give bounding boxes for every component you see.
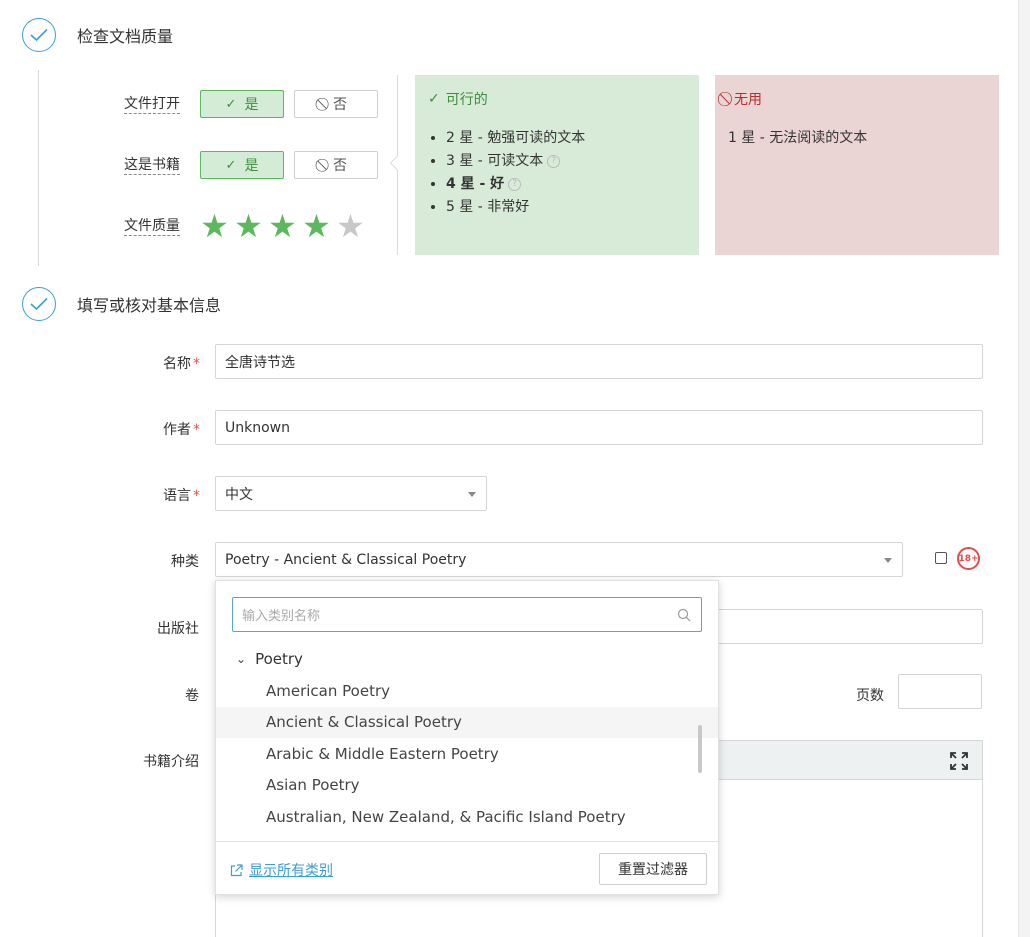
caret-down-icon	[884, 558, 892, 563]
check-icon: ✓	[428, 91, 440, 107]
category-item[interactable]: American Poetry	[216, 675, 718, 707]
is-book-no-button[interactable]: ⃠否	[294, 151, 378, 179]
help-icon[interactable]: ?	[547, 154, 561, 168]
category-item-selected[interactable]: Ancient & Classical Poetry	[216, 706, 718, 738]
star-rating[interactable]: ★ ★ ★ ★ ★	[198, 210, 368, 242]
category-item[interactable]: Arabic & Middle Eastern Poetry	[216, 738, 718, 770]
step-check-icon	[22, 18, 56, 52]
chevron-down-icon: ⌄	[236, 652, 247, 666]
page-scrollbar[interactable]	[1018, 0, 1030, 937]
category-item[interactable]: Asian Poetry	[216, 770, 718, 802]
adult-18-icon: 18+	[957, 547, 980, 570]
pages-label: 页数	[856, 688, 884, 704]
file-open-no-button[interactable]: ⃠否	[294, 90, 378, 118]
page: 检查文档质量 文件打开 ✓是 ⃠否 这是书籍 ✓是 ⃠否 文件质量 ★★★★★ …	[0, 0, 1030, 937]
language-label: 语言 *	[163, 488, 200, 504]
is-book-label: 这是书籍	[124, 157, 180, 175]
file-open-yes-button[interactable]: ✓ 是	[200, 90, 284, 118]
step-check-quality: 检查文档质量	[22, 18, 173, 52]
usable-panel: ✓ 可行的 2 星 - 勉强可读的文本 3 星 - 可读文本? 4 星 - 好?…	[415, 75, 699, 255]
dropdown-scrollbar[interactable]	[698, 725, 702, 773]
star-filled-icon[interactable]: ★	[232, 210, 265, 242]
volume-label: 卷	[185, 688, 199, 704]
category-list: ⌄ Poetry American Poetry Ancient & Class…	[216, 643, 718, 841]
step-title: 检查文档质量	[77, 27, 174, 46]
dropdown-footer: 显示所有类别 重置过滤器	[216, 841, 718, 894]
name-label: 名称 *	[163, 356, 200, 372]
category-group-poetry[interactable]: ⌄ Poetry	[216, 643, 718, 675]
category-select[interactable]: Poetry - Ancient & Classical Poetry	[215, 542, 903, 577]
star-empty-icon[interactable]: ★	[334, 210, 367, 242]
category-item[interactable]: Australian, New Zealand, & Pacific Islan…	[216, 801, 718, 833]
file-quality-label: 文件质量	[124, 218, 180, 236]
step-check-icon	[22, 287, 56, 321]
check-icon: ✓	[225, 96, 237, 112]
category-search-input[interactable]: 输入类别名称	[232, 597, 702, 632]
usable-item: 3 星 - 可读文本?	[446, 150, 686, 173]
check-icon: ✓	[225, 157, 237, 173]
name-input[interactable]: 全唐诗节选	[215, 344, 983, 379]
category-dropdown: 输入类别名称 ⌄ Poetry American Poetry Ancient …	[215, 580, 719, 895]
is-book-yes-button[interactable]: ✓ 是	[200, 151, 284, 179]
help-icon[interactable]: ?	[508, 177, 522, 191]
pages-input[interactable]	[898, 674, 982, 709]
usable-title: 可行的	[445, 92, 488, 108]
step-basic-info: 填写或核对基本信息	[22, 287, 221, 321]
usable-item: 5 星 - 非常好	[446, 196, 686, 219]
category-item[interactable]: Canadian Poetry	[216, 833, 718, 841]
category-label: 种类	[171, 554, 199, 570]
publisher-label: 出版社	[157, 621, 199, 637]
file-open-label: 文件打开	[124, 96, 180, 114]
author-label: 作者 *	[163, 422, 200, 438]
useless-text: 1 星 - 无法阅读的文本	[728, 130, 868, 146]
step-connector	[38, 70, 39, 266]
external-link-icon	[230, 863, 243, 876]
star-filled-icon[interactable]: ★	[300, 210, 333, 242]
reset-filter-button[interactable]: 重置过滤器	[599, 853, 707, 885]
fullscreen-icon[interactable]	[950, 752, 968, 770]
divider-arrow	[389, 155, 405, 171]
description-label: 书籍介绍	[143, 754, 199, 770]
search-icon	[677, 608, 691, 622]
show-all-categories-link[interactable]: 显示所有类别	[230, 860, 333, 880]
star-filled-icon[interactable]: ★	[266, 210, 299, 242]
usable-list: 2 星 - 勉强可读的文本 3 星 - 可读文本? 4 星 - 好? 5 星 -…	[428, 127, 686, 219]
author-input[interactable]: Unknown	[215, 410, 983, 445]
useless-title: 无用	[734, 92, 762, 108]
caret-down-icon	[468, 492, 476, 497]
step-title: 填写或核对基本信息	[77, 296, 222, 315]
adult-checkbox[interactable]	[935, 552, 947, 564]
usable-item: 2 星 - 勉强可读的文本	[446, 127, 686, 150]
star-filled-icon[interactable]: ★	[198, 210, 231, 242]
language-select[interactable]: 中文	[215, 476, 487, 511]
useless-panel: ⃠ 无用 1 星 - 无法阅读的文本	[715, 75, 999, 255]
usable-item-selected: 4 星 - 好?	[446, 173, 686, 196]
